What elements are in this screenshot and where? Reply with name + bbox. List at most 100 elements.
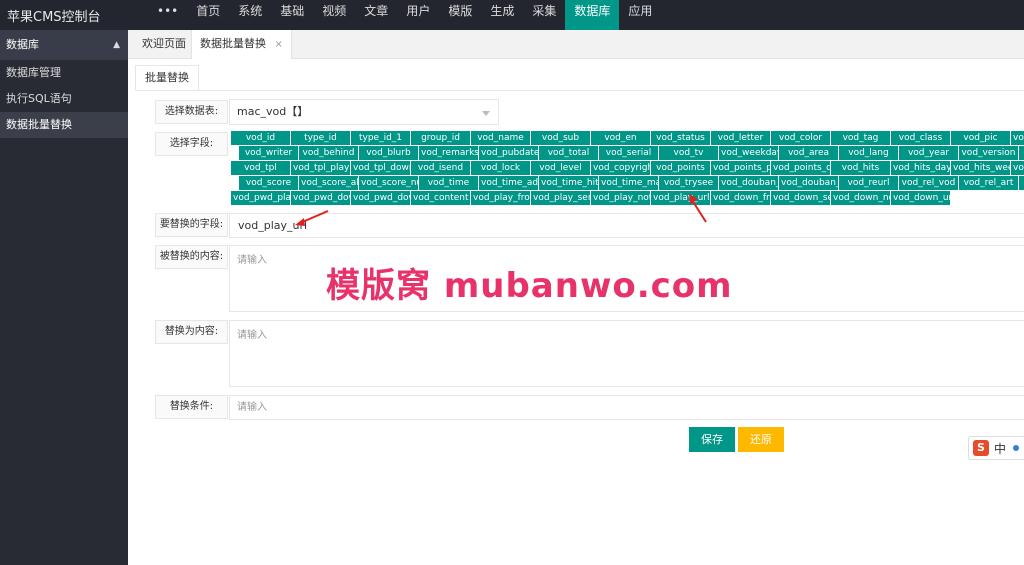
field-option-button[interactable]: vod_points_play — [711, 161, 770, 175]
field-option-button[interactable]: vod_remarks — [419, 146, 478, 160]
field-option-button[interactable]: vod_douban_id — [719, 176, 778, 190]
field-option-button[interactable]: vod_pwd_play — [231, 191, 290, 205]
field-option-button[interactable]: vod_down_from — [711, 191, 770, 205]
field-option-button[interactable]: vod_down_url — [891, 191, 950, 205]
field-option-button[interactable]: vod_points — [651, 161, 710, 175]
field-option-button[interactable]: group_id — [411, 131, 470, 145]
field-option-button[interactable]: vod_area — [779, 146, 838, 160]
field-option-button[interactable]: vod_content — [411, 191, 470, 205]
field-option-button[interactable]: vod_hits — [831, 161, 890, 175]
field-option-button[interactable]: vod_serial — [599, 146, 658, 160]
field-option-button[interactable]: vod_play_from — [471, 191, 530, 205]
field-option-button[interactable]: vod_pic — [951, 131, 1010, 145]
field-option-button[interactable]: vod_isend — [411, 161, 470, 175]
field-option-button[interactable]: vod_blurb — [359, 146, 418, 160]
field-option-button[interactable]: vod_pic_thumb — [1011, 131, 1024, 145]
topnav-item[interactable]: 用户 — [397, 0, 439, 30]
annotation-arrow-icon — [689, 194, 707, 223]
field-option-button[interactable]: vod_class — [891, 131, 950, 145]
field-option-button[interactable]: vod_lock — [471, 161, 530, 175]
sidebar-item[interactable]: 执行SQL语句 — [0, 86, 128, 112]
field-option-button[interactable]: vod_rel_art — [959, 176, 1018, 190]
more-menu-icon[interactable]: ••• — [148, 0, 187, 30]
field-option-button[interactable]: vod_time_make — [599, 176, 658, 190]
fields-label: 选择字段: — [155, 132, 228, 156]
field-option-button[interactable]: vod_down_server — [771, 191, 830, 205]
field-option-button[interactable]: vod_total — [539, 146, 598, 160]
field-option-button[interactable]: vod_points_down — [771, 161, 830, 175]
tab-welcome[interactable]: 欢迎页面 — [134, 30, 194, 59]
field-option-button[interactable]: vod_hits_day — [891, 161, 950, 175]
close-icon[interactable]: × — [275, 39, 283, 50]
field-option-button[interactable]: vod_writer — [239, 146, 298, 160]
replace-field-input[interactable]: vod_play_url — [229, 213, 1024, 238]
field-option-button[interactable]: vod_pwd_down_url — [351, 191, 410, 205]
brand-title: 苹果CMS控制台 — [7, 10, 101, 25]
field-option-button[interactable]: vod_version — [959, 146, 1018, 160]
tab-batch-replace[interactable]: 数据批量替换 × — [191, 30, 292, 59]
reset-button[interactable]: 还原 — [738, 427, 784, 452]
save-button[interactable]: 保存 — [689, 427, 735, 452]
field-option-button[interactable]: vod_level — [531, 161, 590, 175]
field-option-button[interactable]: vod_time — [419, 176, 478, 190]
topnav-item[interactable]: 首页 — [187, 0, 229, 30]
field-option-button[interactable]: vod_year — [899, 146, 958, 160]
field-option-button[interactable]: vod_score_num — [359, 176, 418, 190]
field-option-button[interactable]: vod_en — [591, 131, 650, 145]
field-button-grid: vod_id type_id type_id_1 group_id vod_name vo… — [231, 131, 1024, 206]
topnav-item[interactable]: 文章 — [355, 0, 397, 30]
field-option-button[interactable]: vod_reurl — [839, 176, 898, 190]
topnav-item[interactable]: 基础 — [271, 0, 313, 30]
topnav-item[interactable]: 应用 — [619, 0, 661, 30]
field-option-button[interactable]: type_id_1 — [351, 131, 410, 145]
field-option-button[interactable]: vod_score_all — [299, 176, 358, 190]
topnav-item[interactable]: 系统 — [229, 0, 271, 30]
ime-indicator[interactable]: S 中 — [968, 436, 1024, 460]
field-option-button[interactable]: vod_tpl — [231, 161, 290, 175]
field-option-button[interactable]: vod_color — [771, 131, 830, 145]
topnav-item[interactable]: 生成 — [481, 0, 523, 30]
topnav-item[interactable]: 模版 — [439, 0, 481, 30]
field-option-button[interactable]: vod_pubdate — [479, 146, 538, 160]
field-option-button[interactable]: vod_tpl_play — [291, 161, 350, 175]
field-option-button[interactable]: vod_id — [231, 131, 290, 145]
field-option-button[interactable]: vod_weekday — [719, 146, 778, 160]
field-option-button[interactable]: vod_state — [1019, 146, 1024, 160]
field-option-button[interactable]: vod_copyright — [591, 161, 650, 175]
field-option-button[interactable]: vod_letter — [711, 131, 770, 145]
topnav-item[interactable]: 采集 — [523, 0, 565, 30]
topnav-item[interactable]: 数据库 — [565, 0, 620, 30]
field-option-button[interactable]: vod_play_server — [531, 191, 590, 205]
tab-bar: 欢迎页面 数据批量替换 × — [128, 30, 1024, 59]
tab-label: 数据批量替换 — [200, 37, 266, 50]
field-option-button[interactable]: vod_tpl_down — [351, 161, 410, 175]
field-option-button[interactable]: vod_trysee — [659, 176, 718, 190]
field-option-button[interactable]: vod_rel_vod — [899, 176, 958, 190]
topnav-item[interactable]: 视频 — [313, 0, 355, 30]
field-option-button[interactable]: vod_behind — [299, 146, 358, 160]
field-option-button[interactable]: vod_hits_week — [951, 161, 1010, 175]
table-select[interactable]: mac_vod【】 — [229, 99, 499, 125]
field-option-button[interactable]: vod_sub — [531, 131, 590, 145]
replace-with-textarea[interactable]: 请输入 — [229, 320, 1024, 387]
field-option-button[interactable]: vod_hits_month — [1011, 161, 1024, 175]
field-option-button[interactable]: vod_pwd — [1019, 176, 1024, 190]
field-option-button[interactable]: vod_lang — [839, 146, 898, 160]
subtab-batch-replace[interactable]: 批量替换 — [135, 65, 199, 91]
field-option-button[interactable]: vod_tv — [659, 146, 718, 160]
field-option-button[interactable]: vod_time_hits — [539, 176, 598, 190]
field-option-button[interactable]: vod_score — [239, 176, 298, 190]
field-option-button[interactable]: vod_tag — [831, 131, 890, 145]
field-option-button[interactable]: vod_pwd_down — [291, 191, 350, 205]
condition-input[interactable]: 请输入 — [229, 395, 1024, 420]
field-option-button[interactable]: type_id — [291, 131, 350, 145]
field-option-button[interactable]: vod_play_note — [591, 191, 650, 205]
sidebar-group-database[interactable]: 数据库 ▲ — [0, 30, 128, 60]
field-option-button[interactable]: vod_status — [651, 131, 710, 145]
sidebar-item[interactable]: 数据批量替换 — [0, 112, 128, 138]
field-option-button[interactable]: vod_time_add — [479, 176, 538, 190]
field-option-button[interactable]: vod_down_note — [831, 191, 890, 205]
sidebar-item[interactable]: 数据库管理 — [0, 60, 128, 86]
field-option-button[interactable]: vod_douban_score — [779, 176, 838, 190]
field-option-button[interactable]: vod_name — [471, 131, 530, 145]
